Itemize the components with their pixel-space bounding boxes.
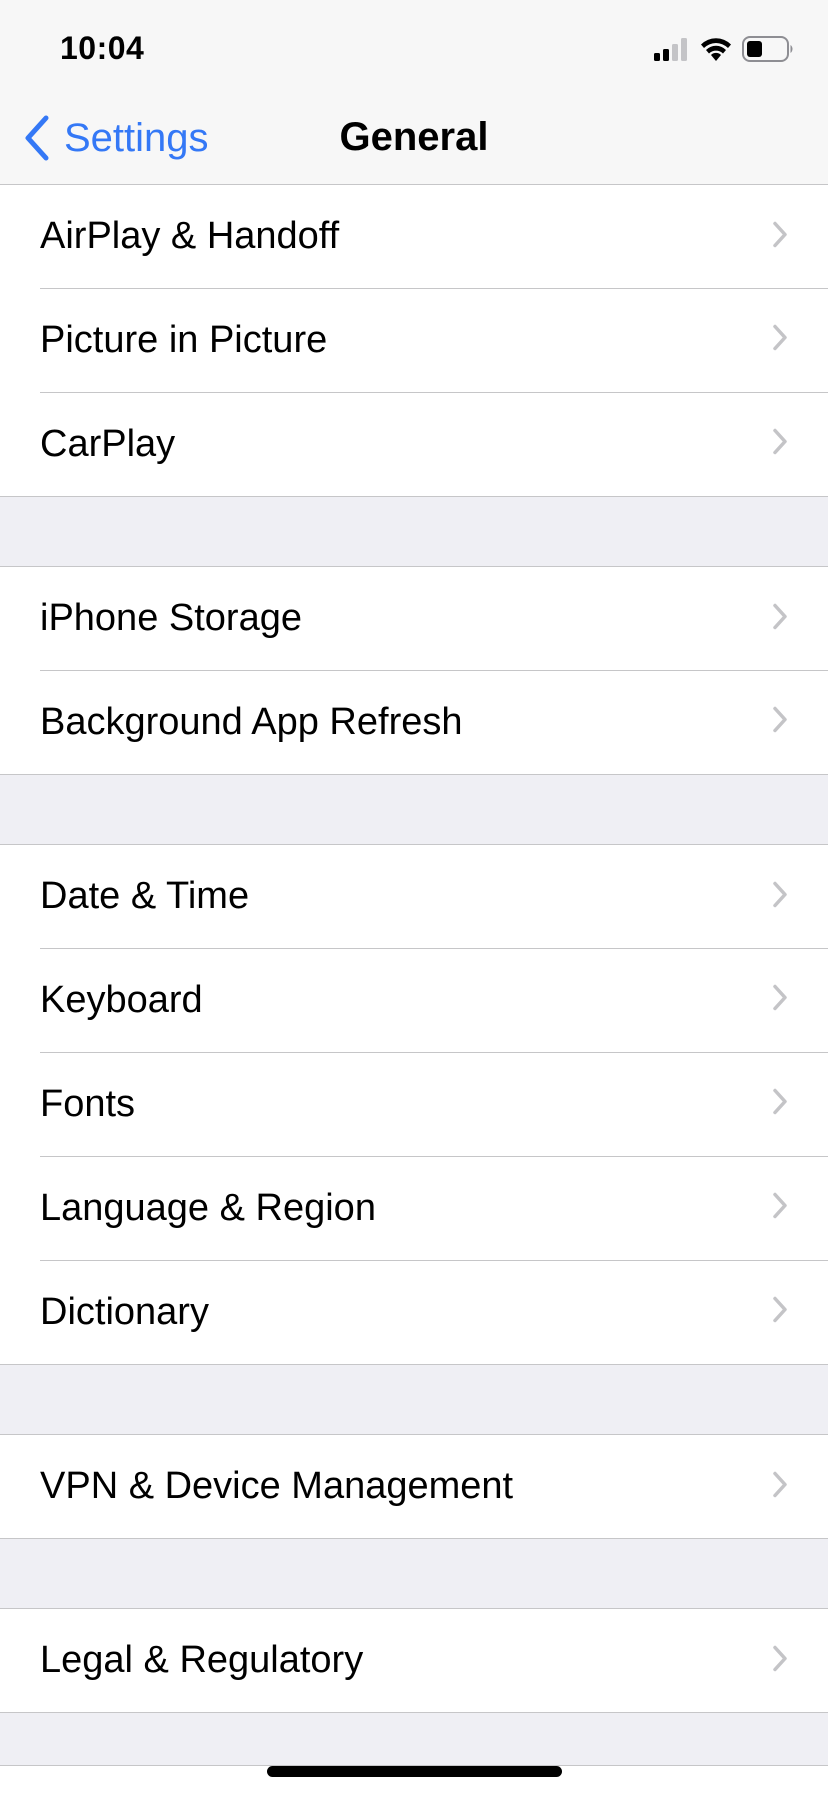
settings-group: AirPlay & Handoff Picture in Picture CarPl… — [0, 185, 828, 497]
list-item-label: Keyboard — [40, 978, 203, 1021]
list-item-iphone-storage[interactable]: iPhone Storage — [0, 567, 828, 670]
settings-group: VPN & Device Management — [0, 1434, 828, 1539]
list-item-vpn-and-device-management[interactable]: VPN & Device Management — [0, 1435, 828, 1538]
list-item-label: Background App Refresh — [40, 700, 463, 743]
chevron-right-icon — [772, 1192, 788, 1225]
chevron-right-icon — [772, 1644, 788, 1677]
list-item-background-app-refresh[interactable]: Background App Refresh — [0, 670, 828, 774]
page-title: General — [0, 115, 828, 160]
chevron-right-icon — [772, 1088, 788, 1121]
list-item-dictionary[interactable]: Dictionary — [0, 1260, 828, 1364]
list-item-label: VPN & Device Management — [40, 1465, 514, 1507]
section-spacer — [0, 497, 828, 566]
wifi-icon — [701, 38, 731, 61]
chevron-right-icon — [772, 880, 788, 913]
list-item-fonts[interactable]: Fonts — [0, 1052, 828, 1156]
section-spacer — [0, 1365, 828, 1434]
chevron-right-icon — [772, 428, 788, 461]
list-item-date-and-time[interactable]: Date & Time — [0, 845, 828, 948]
list-item-label: Picture in Picture — [40, 318, 328, 361]
settings-list: AirPlay & Handoff Picture in Picture CarPl… — [0, 185, 828, 1782]
chevron-right-icon — [772, 1296, 788, 1329]
section-spacer — [0, 775, 828, 844]
cellular-signal-icon — [654, 38, 687, 61]
list-item-label: Language & Region — [40, 1186, 376, 1229]
settings-group: Date & Time Keyboard Fonts Language & Regio… — [0, 844, 828, 1365]
chevron-right-icon — [772, 602, 788, 635]
list-item-label: Date & Time — [40, 875, 250, 917]
list-item-language-and-region[interactable]: Language & Region — [0, 1156, 828, 1260]
status-bar: 10:04 — [0, 0, 828, 95]
list-item-label: CarPlay — [40, 422, 176, 465]
chevron-right-icon — [772, 1470, 788, 1503]
page-title-text: General — [339, 115, 489, 159]
list-item-airplay-and-handoff[interactable]: AirPlay & Handoff — [0, 185, 828, 288]
list-item-picture-in-picture[interactable]: Picture in Picture — [0, 288, 828, 392]
chevron-right-icon — [772, 706, 788, 739]
status-time: 10:04 — [60, 30, 145, 66]
list-item-keyboard[interactable]: Keyboard — [0, 948, 828, 1052]
chevron-right-icon — [772, 324, 788, 357]
battery-icon — [742, 36, 793, 62]
section-spacer — [0, 1539, 828, 1608]
list-item-label: Fonts — [40, 1082, 136, 1125]
settings-group: Legal & Regulatory — [0, 1608, 828, 1713]
status-icons — [654, 36, 794, 62]
list-item-label: AirPlay & Handoff — [40, 215, 340, 257]
chevron-right-icon — [772, 220, 788, 253]
settings-group: iPhone Storage Background App Refresh — [0, 566, 828, 775]
home-indicator[interactable] — [267, 1766, 562, 1777]
list-item-label: Legal & Regulatory — [40, 1639, 364, 1681]
navigation-bar: Settings General — [0, 95, 828, 185]
list-item-label: Dictionary — [40, 1290, 209, 1333]
list-item-carplay[interactable]: CarPlay — [0, 392, 828, 496]
chevron-right-icon — [772, 984, 788, 1017]
list-item-legal-and-regulatory[interactable]: Legal & Regulatory — [0, 1609, 828, 1712]
list-item-label: iPhone Storage — [40, 597, 302, 639]
